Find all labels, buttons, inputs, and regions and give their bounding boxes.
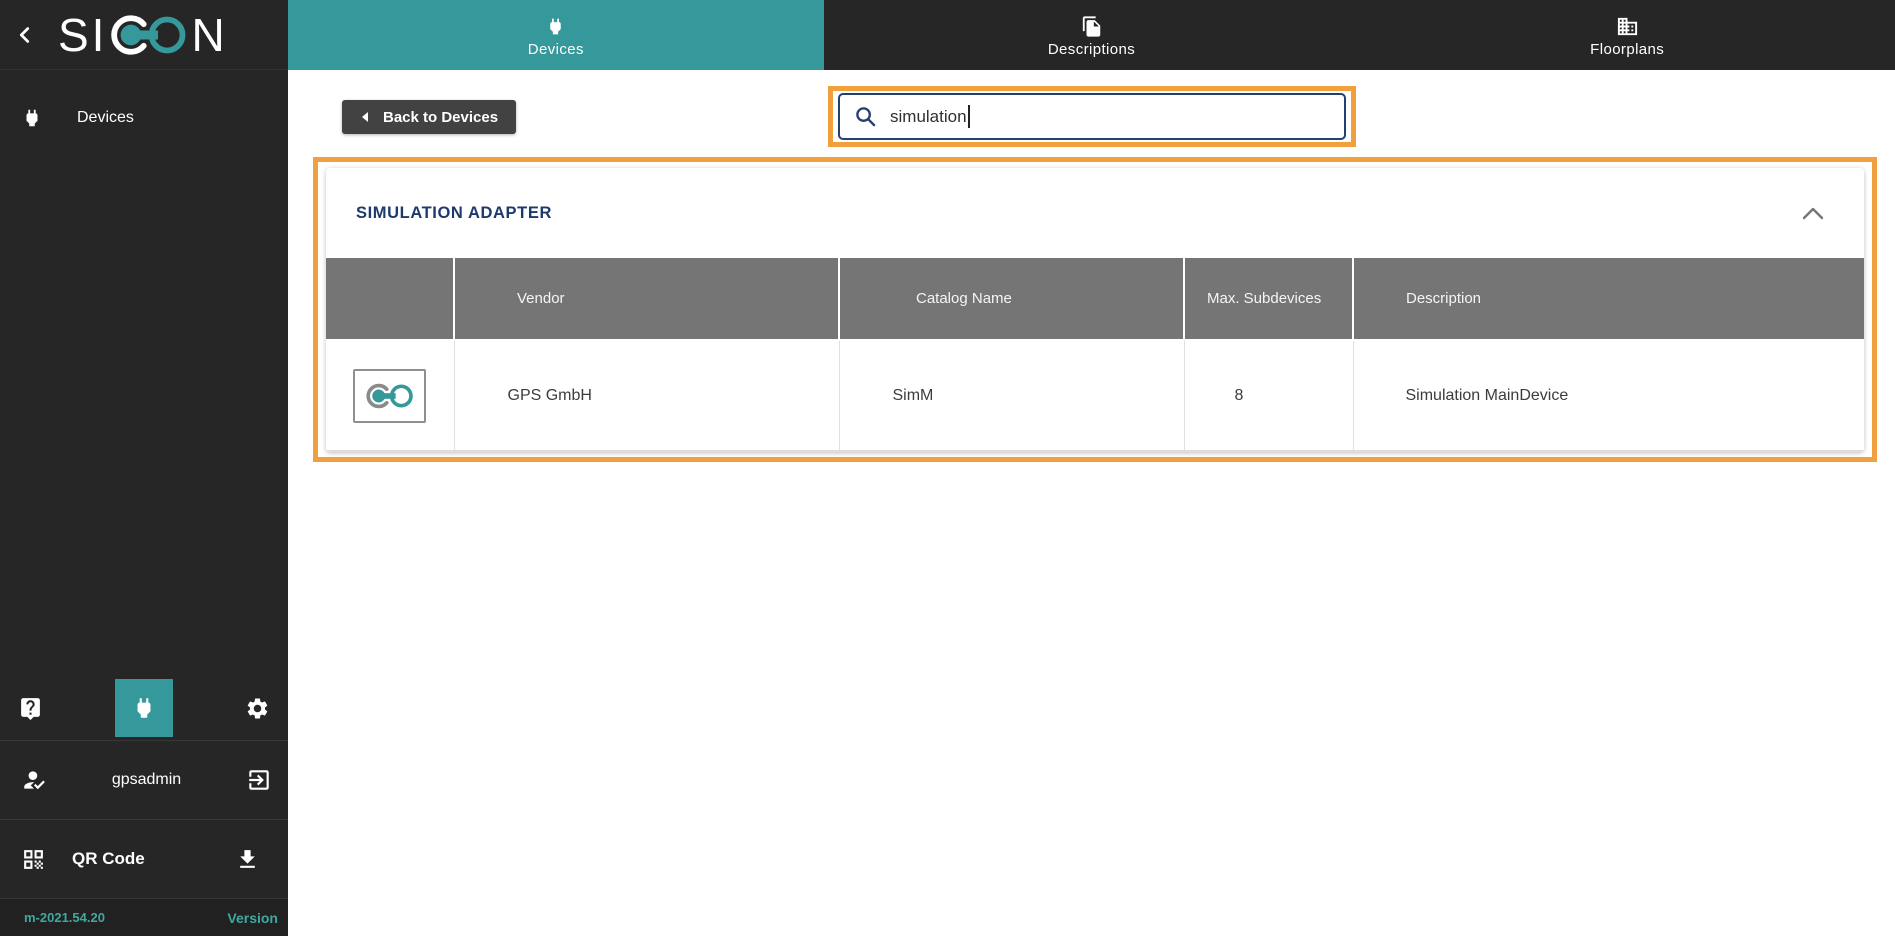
sidebar-item-devices[interactable]: Devices (0, 94, 288, 142)
device-logo-cell (326, 340, 454, 451)
header-catalog-name: Catalog Name (839, 258, 1184, 340)
help-icon[interactable] (18, 696, 43, 721)
tab-descriptions[interactable]: Descriptions (824, 0, 1360, 70)
qr-code-icon (21, 847, 46, 872)
logo-text-left: SI (58, 12, 107, 58)
top-tab-bar: Devices Descriptions Floorplans (288, 0, 1895, 70)
table-header-row: Vendor Catalog Name Max. Subdevices Desc… (326, 258, 1864, 340)
building-icon (1616, 15, 1639, 38)
plug-icon (21, 106, 43, 130)
logout-icon[interactable] (246, 767, 272, 793)
cell-description: Simulation MainDevice (1353, 340, 1864, 451)
header-vendor: Vendor (454, 258, 839, 340)
qr-code-label: QR Code (72, 849, 235, 869)
tab-label: Descriptions (1048, 41, 1135, 58)
logo-text-right: N (191, 12, 227, 58)
user-check-icon (21, 767, 47, 793)
simulation-adapter-panel: SIMULATION ADAPTER Vendor Catalog Name M… (326, 168, 1864, 452)
sicon-device-logo (353, 369, 426, 423)
sidebar: SI N Devices (0, 0, 288, 936)
header-max-subdevices: Max. Subdevices (1184, 258, 1353, 340)
search-highlight-box: simulation (828, 86, 1356, 147)
cell-max-subdevices: 8 (1184, 340, 1353, 451)
back-button-label: Back to Devices (383, 109, 498, 126)
results-highlight-box: SIMULATION ADAPTER Vendor Catalog Name M… (313, 157, 1877, 462)
active-devices-button[interactable] (115, 679, 173, 737)
plug-icon (131, 694, 157, 722)
text-caret (968, 105, 970, 128)
back-arrow-icon (360, 111, 369, 123)
tab-devices[interactable]: Devices (288, 0, 824, 70)
version-label: Version (227, 910, 278, 926)
download-icon[interactable] (235, 847, 260, 872)
sidebar-user-row: gpsadmin (0, 741, 288, 819)
adapter-table: Vendor Catalog Name Max. Subdevices Desc… (326, 258, 1864, 452)
tab-label: Floorplans (1590, 41, 1664, 58)
sidebar-item-label: Devices (77, 109, 134, 127)
search-value: simulation (890, 107, 967, 127)
username-label: gpsadmin (47, 771, 246, 789)
sidebar-spacer (0, 142, 288, 676)
tab-floorplans[interactable]: Floorplans (1359, 0, 1895, 70)
version-value: m-2021.54.20 (24, 910, 105, 925)
plug-icon (545, 15, 566, 38)
header-description: Description (1353, 258, 1864, 340)
version-bar: m-2021.54.20 Version (0, 898, 288, 936)
panel-title: SIMULATION ADAPTER (356, 204, 1798, 223)
sidebar-qr-row: QR Code (0, 820, 288, 898)
sidebar-nav: Devices (0, 70, 288, 142)
cell-catalog-name: SimM (839, 340, 1184, 451)
documents-icon (1081, 15, 1103, 38)
tab-label: Devices (528, 41, 584, 58)
sidebar-header: SI N (0, 0, 288, 70)
gear-icon[interactable] (245, 696, 270, 721)
sicon-logo-mark (109, 11, 189, 59)
search-icon (854, 105, 877, 128)
sidebar-icon-row (0, 676, 288, 740)
panel-header[interactable]: SIMULATION ADAPTER (326, 168, 1864, 258)
main-content: Back to Devices simulation SIMULATION AD… (288, 70, 1895, 936)
cell-vendor: GPS GmbH (454, 340, 839, 451)
table-row[interactable]: GPS GmbH SimM 8 Simulation MainDevice (326, 340, 1864, 451)
chevron-up-icon[interactable] (1798, 202, 1828, 224)
sicon-logo: SI N (58, 11, 228, 59)
header-icon-column (326, 258, 454, 340)
search-input[interactable]: simulation (838, 93, 1346, 140)
collapse-sidebar-icon[interactable] (14, 24, 36, 46)
back-to-devices-button[interactable]: Back to Devices (342, 100, 516, 134)
